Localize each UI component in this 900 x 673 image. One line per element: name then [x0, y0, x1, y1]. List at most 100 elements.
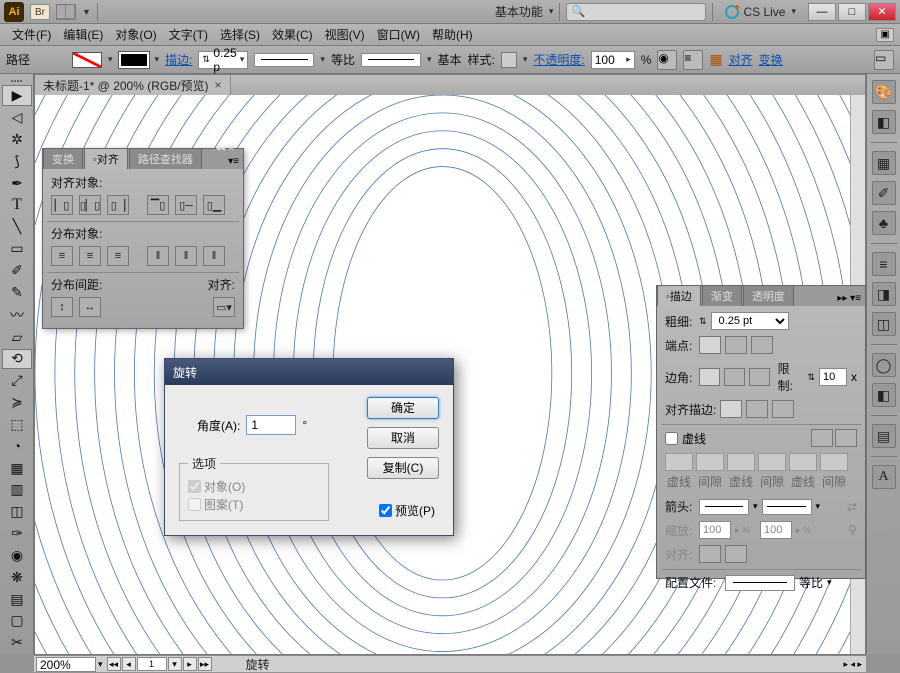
brush-preview[interactable] — [361, 53, 421, 67]
symbols-panel-icon[interactable]: ♣ — [872, 211, 896, 235]
eyedropper-tool[interactable]: ✑ — [2, 523, 32, 544]
panel-menu-icon[interactable]: ▾≡ — [224, 154, 243, 169]
align-right-button[interactable]: ▯▕ — [107, 195, 129, 215]
scale-tool[interactable]: ⤢ — [2, 370, 32, 391]
dist-space-v-button[interactable]: ↕ — [51, 297, 73, 317]
dist-hcenter-button[interactable]: ‖ — [175, 246, 197, 266]
opacity-link[interactable]: 不透明度: — [533, 51, 584, 68]
join-round-button[interactable] — [724, 368, 745, 386]
panel-menu-icon[interactable]: ▸▸ ▾≡ — [833, 291, 865, 306]
dist-left-button[interactable]: ‖ — [147, 246, 169, 266]
cs-live-button[interactable]: CS Live▾ — [725, 5, 796, 19]
dash-align-button[interactable] — [811, 429, 833, 447]
fill-swatch[interactable] — [72, 52, 102, 68]
join-miter-button[interactable] — [699, 368, 720, 386]
recolor-button[interactable]: ◉ — [657, 50, 677, 70]
miter-limit-input[interactable] — [819, 368, 847, 386]
panel-toggle-button[interactable]: ▭ — [874, 50, 894, 70]
workspace-switcher[interactable]: 基本功能 — [495, 3, 543, 20]
dash-input[interactable] — [665, 453, 693, 471]
menu-edit[interactable]: 编辑(E) — [57, 26, 109, 43]
dash-align-button2[interactable] — [835, 429, 857, 447]
mesh-tool[interactable]: ▥ — [2, 479, 32, 500]
dist-top-button[interactable]: ≡ — [51, 246, 73, 266]
gradient-tool[interactable]: ◫ — [2, 501, 32, 522]
style-swatch[interactable] — [501, 52, 517, 68]
dashed-checkbox[interactable] — [665, 432, 678, 445]
tab-pathfinder[interactable]: 路径查找器 — [129, 148, 202, 169]
gradient-panel-icon[interactable]: ◨ — [872, 282, 896, 306]
tab-transparency[interactable]: 透明度 — [743, 285, 794, 306]
dist-right-button[interactable]: ‖ — [203, 246, 225, 266]
link-scale-icon[interactable]: ⚲ — [848, 523, 857, 537]
transform-link[interactable]: 变换 — [759, 51, 783, 68]
rotate-tool[interactable]: ⟲ — [2, 349, 32, 370]
paintbrush-tool[interactable]: ✐ — [2, 260, 32, 281]
menu-select[interactable]: 选择(S) — [214, 26, 266, 43]
appearance-panel-icon[interactable]: ◯ — [872, 353, 896, 377]
eraser-tool[interactable]: ▱ — [2, 327, 32, 348]
zoom-input[interactable]: 200% — [36, 657, 96, 672]
selection-tool[interactable]: ▶ — [2, 85, 32, 106]
close-button[interactable]: ✕ — [868, 3, 896, 21]
tab-align[interactable]: ◦对齐 — [84, 148, 128, 169]
maximize-button[interactable]: □ — [838, 3, 866, 21]
stroke-swatch[interactable] — [119, 52, 149, 68]
profile-select[interactable] — [725, 575, 795, 591]
collapse-button[interactable]: ▣ — [876, 28, 894, 42]
minimize-button[interactable]: — — [808, 3, 836, 21]
align-to-button[interactable]: ▭▾ — [213, 297, 235, 317]
blob-brush-tool[interactable]: 〰 — [2, 304, 32, 326]
blend-tool[interactable]: ◉ — [2, 545, 32, 566]
select-similar-button[interactable]: ≡ — [683, 50, 703, 70]
arrow-align-button2[interactable] — [725, 545, 747, 563]
dist-bottom-button[interactable]: ≡ — [107, 246, 129, 266]
profile-preview[interactable] — [254, 53, 314, 67]
gap-input[interactable] — [820, 453, 848, 471]
layers-panel-icon[interactable]: ▤ — [872, 424, 896, 448]
panel-collapse-icon[interactable]: ◂◂ ✕ — [216, 143, 235, 154]
cap-square-button[interactable] — [751, 336, 773, 354]
tab-gradient[interactable]: 渐变 — [702, 285, 742, 306]
dropdown-icon[interactable]: ▾ — [549, 6, 554, 17]
align-stroke-center-button[interactable] — [720, 400, 742, 418]
align-hcenter-button[interactable]: ▯▏▯ — [79, 195, 101, 215]
cancel-button[interactable]: 取消 — [367, 427, 439, 449]
align-top-button[interactable]: ▔▯ — [147, 195, 169, 215]
preview-checkbox[interactable]: 预览(P) — [379, 502, 435, 519]
toolbox-grip[interactable] — [0, 76, 33, 85]
menu-effect[interactable]: 效果(C) — [266, 26, 319, 43]
stroke-link[interactable]: 描边: — [165, 51, 192, 68]
color-panel-icon[interactable]: 🎨 — [872, 80, 896, 104]
gap-input[interactable] — [696, 453, 724, 471]
menu-view[interactable]: 视图(V) — [319, 26, 371, 43]
width-tool[interactable]: ≽ — [2, 392, 32, 413]
align-link[interactable]: 对齐 — [729, 51, 753, 68]
type-tool[interactable]: T — [2, 195, 32, 216]
join-bevel-button[interactable] — [749, 368, 770, 386]
transparency-panel-icon[interactable]: ◫ — [872, 312, 896, 336]
slice-tool[interactable]: ✂ — [2, 632, 32, 653]
opacity-input[interactable]: 100▸ — [591, 51, 635, 69]
swatches-panel-icon[interactable]: ▦ — [872, 151, 896, 175]
align-stroke-inside-button[interactable] — [746, 400, 768, 418]
align-left-button[interactable]: ▏▯ — [51, 195, 73, 215]
tab-transform[interactable]: 变换 — [43, 148, 83, 169]
symbol-sprayer-tool[interactable]: ❋ — [2, 567, 32, 588]
perspective-tool[interactable]: ▦ — [2, 458, 32, 479]
menu-window[interactable]: 窗口(W) — [371, 26, 426, 43]
lasso-tool[interactable]: ⟆ — [2, 151, 32, 172]
tab-stroke[interactable]: ◦描边 — [657, 285, 701, 306]
patterns-checkbox[interactable]: 图案(T) — [188, 496, 243, 513]
last-artboard-button[interactable]: ▸▸ — [198, 657, 212, 671]
document-tab[interactable]: 未标题-1* @ 200% (RGB/预览) × — [35, 75, 231, 95]
gap-input[interactable] — [758, 453, 786, 471]
menu-type[interactable]: 文字(T) — [163, 26, 214, 43]
first-artboard-button[interactable]: ◂◂ — [107, 657, 121, 671]
prev-artboard-button[interactable]: ◂ — [122, 657, 136, 671]
artboard-number[interactable]: 1 — [137, 657, 167, 671]
graph-tool[interactable]: ▤ — [2, 589, 32, 610]
magic-wand-tool[interactable]: ✲ — [2, 129, 32, 150]
pencil-tool[interactable]: ✎ — [2, 282, 32, 303]
swap-arrows-icon[interactable]: ⇄ — [847, 500, 857, 514]
